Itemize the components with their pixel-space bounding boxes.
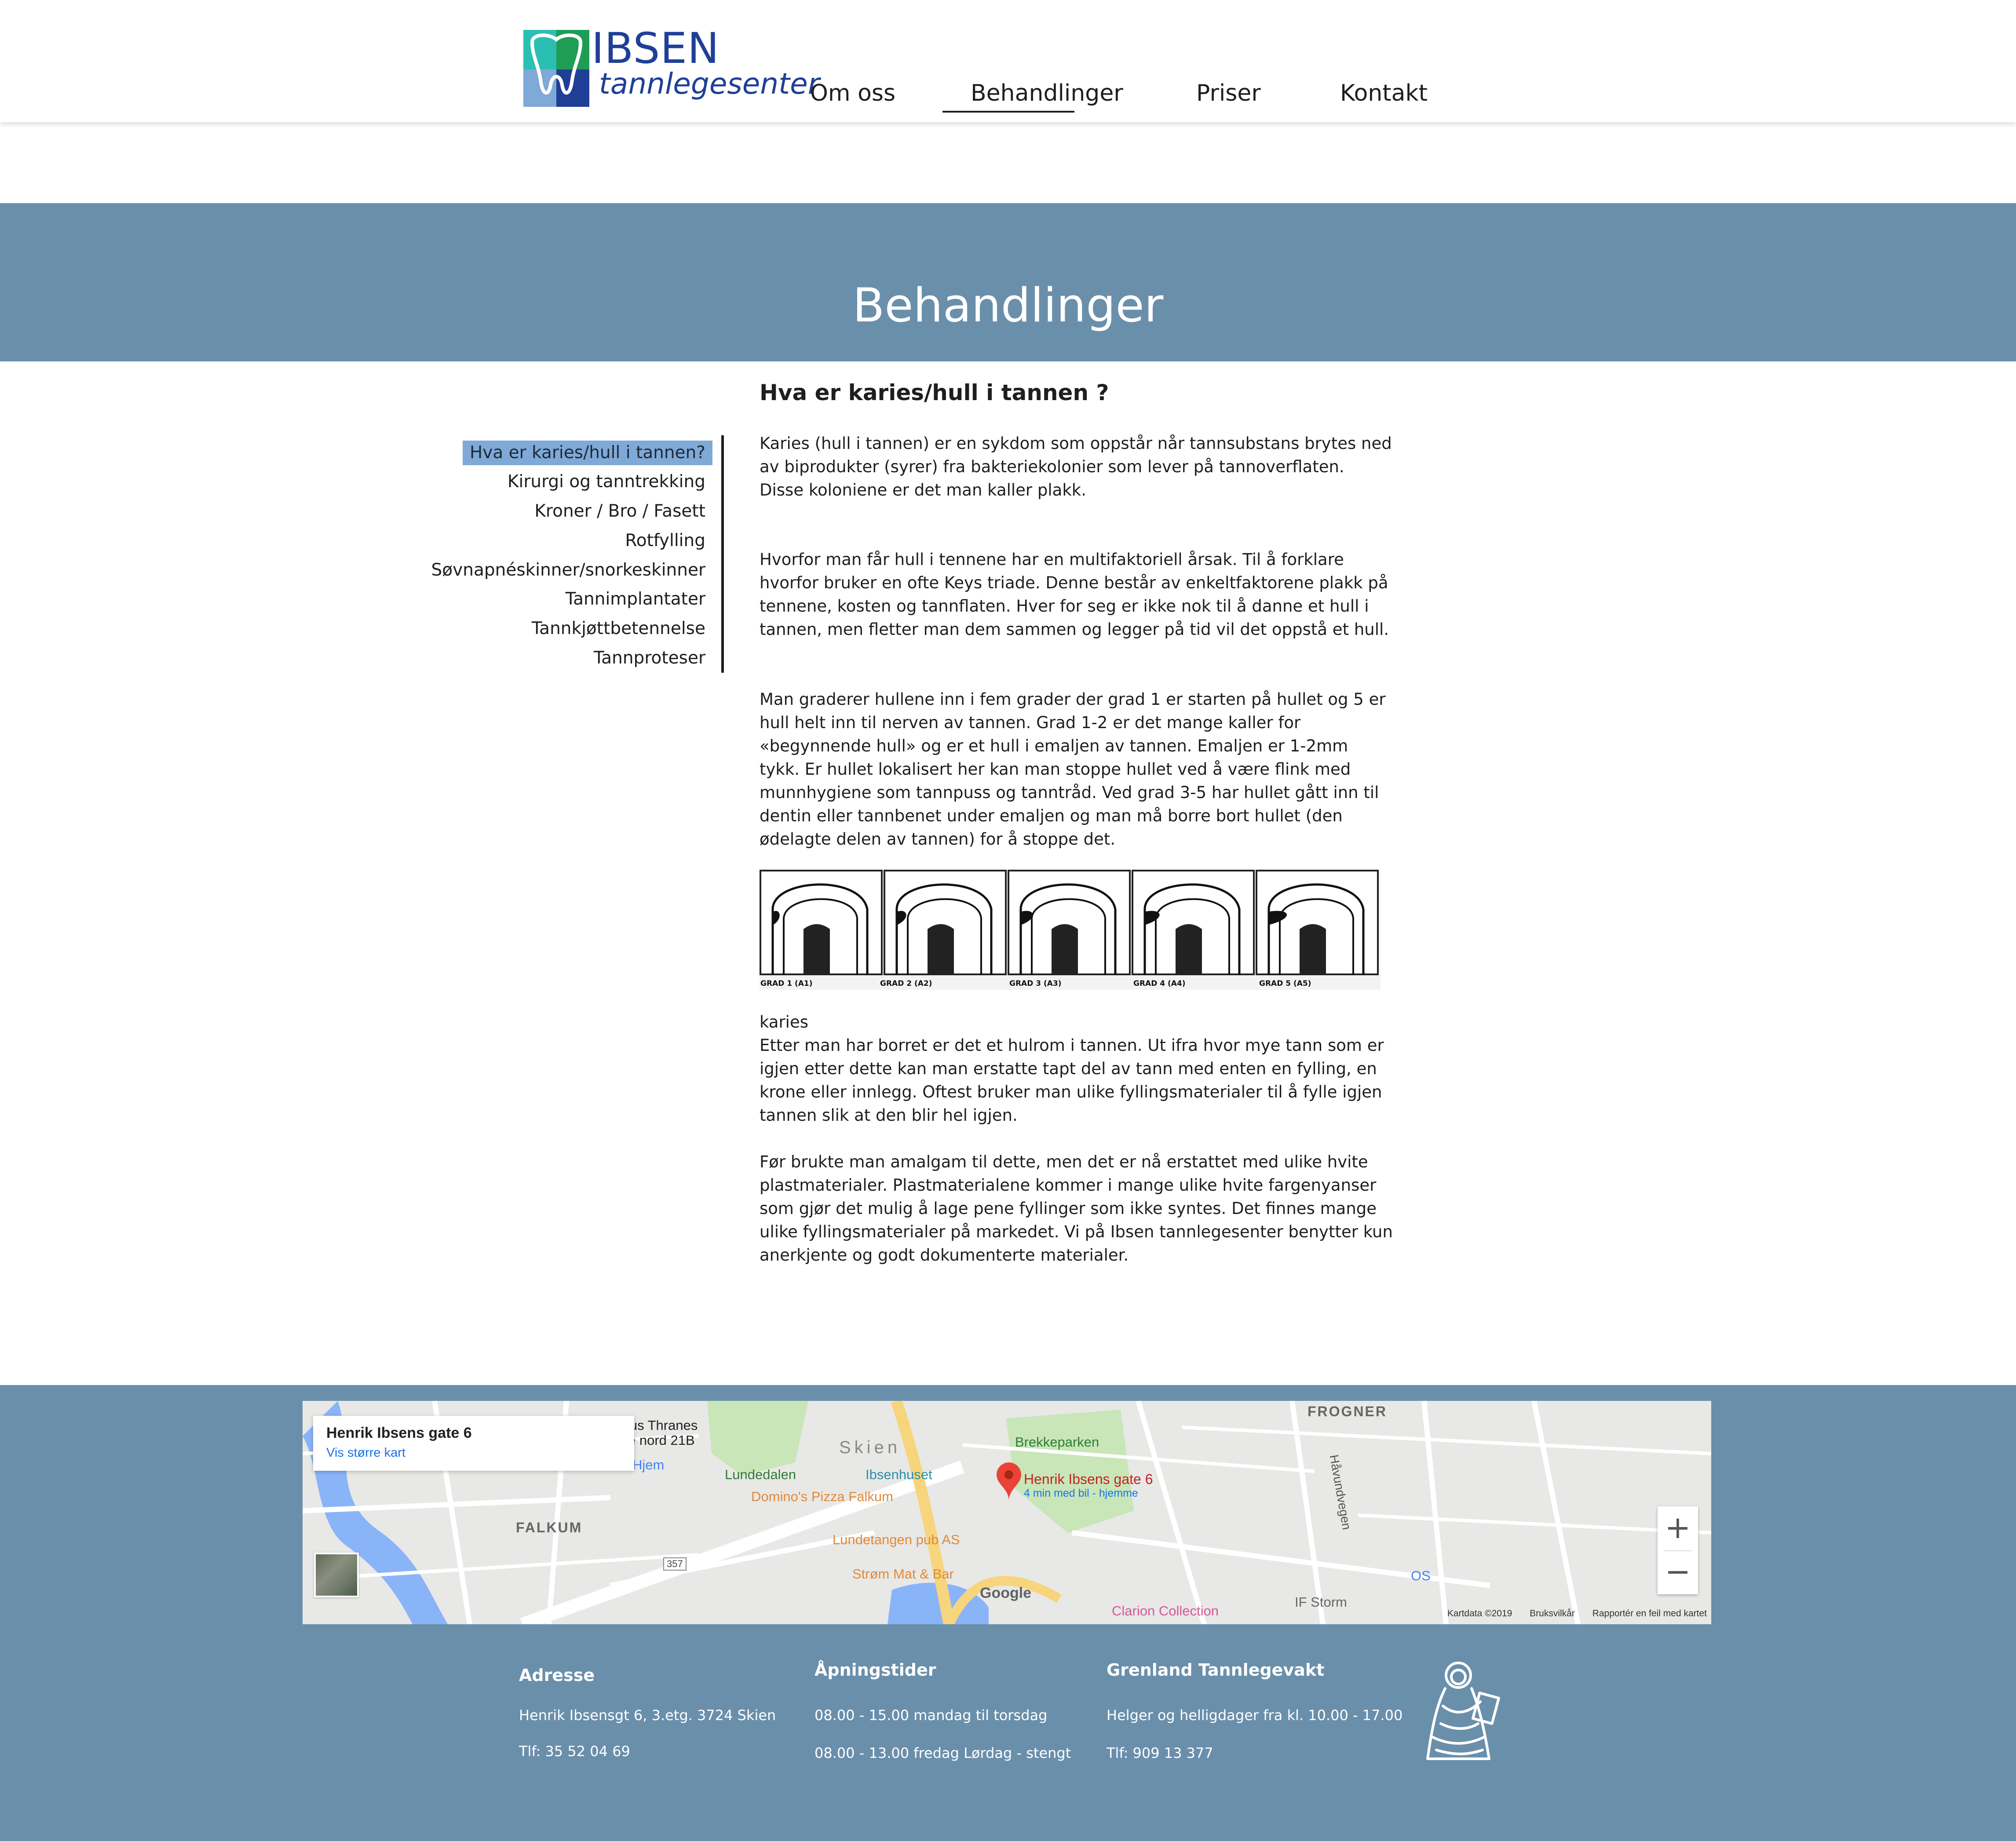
article-paragraph: karies Etter man har borret er det et hu… [760,1013,1384,1125]
caries-label: GRAD 3 (A3) [1009,979,1062,988]
side-item-rotfylling[interactable]: Rotfylling [618,529,712,553]
tooth-pulp [803,924,830,975]
side-item-sovnapne[interactable]: Søvnapnéskinner/snorkeskinner [424,558,712,583]
map-label-skien: Skien [839,1438,901,1457]
map-route-badge: 357 [663,1557,687,1571]
article-paragraph: Før brukte man amalgam til dette, men de… [760,1152,1393,1265]
footer-address-line: Henrik Ibsensgt 6, 3.etg. 3724 Skien [519,1707,776,1724]
logo[interactable]: IBSEN tannlegesenter [523,24,820,109]
footer-emergency-title: Grenland Tannlegevakt [1107,1660,1325,1680]
tooth-pulp [1176,924,1202,975]
side-menu: Hva er karies/hull i tannen? Kirurgi og … [396,435,726,673]
article-heading: Hva er karies/hull i tannen ? [760,380,1109,405]
map-label-dominos: Domino's Pizza Falkum [751,1489,893,1504]
caries-label: GRAD 2 (A2) [880,979,932,988]
map-pin-title: Henrik Ibsens gate 6 [1024,1471,1153,1487]
article-paragraph: Karies (hull i tannen) er en sykdom som … [760,434,1392,499]
footer-hours: Åpningstider 08.00 - 15.00 mandag til to… [814,1660,1071,1761]
side-item-kroner[interactable]: Kroner / Bro / Fasett [527,499,712,524]
page-title: Behandlinger [852,278,1164,333]
side-item-tannproteser[interactable]: Tannproteser [587,646,712,671]
side-item-karies[interactable]: Hva er karies/hull i tannen? [462,441,712,465]
map-label-markus-2: e nord 21B [628,1433,695,1448]
map-label-os: OS [1411,1568,1431,1583]
footer-emergency: Grenland Tannlegevakt Helger og helligda… [1107,1660,1402,1761]
map-label-frogner: FROGNER [1307,1404,1387,1419]
page-banner: Behandlinger [0,203,2016,361]
map-report-link[interactable]: Rapportér en feil med kartet [1592,1608,1707,1619]
footer-emergency-phone: Tlf: 909 13 377 [1107,1745,1213,1761]
zoom-in-button[interactable]: + [1658,1506,1698,1550]
google-logo: Google [980,1585,1032,1601]
map-card-title: Henrik Ibsens gate 6 [326,1425,472,1441]
map-label-lundetangen: Lundetangen pub AS [833,1532,960,1547]
caries-grades-image: GRAD 1 (A1) GRAD 2 (A2) GRAD 3 (A3) GRAD… [760,870,1381,990]
tooth-logo-icon [523,30,589,107]
zoom-out-button[interactable]: − [1658,1550,1698,1594]
map-label-if-storm: IF Storm [1295,1594,1347,1610]
nav-item-priser[interactable]: Priser [1196,80,1261,106]
tooth-pulp [1052,924,1078,975]
footer-emergency-line: Helger og helligdager fra kl. 10.00 - 17… [1107,1707,1403,1724]
caries-label: GRAD 5 (A5) [1259,979,1311,988]
logo-name-bottom: tannlegesenter [599,67,820,101]
caries-teeth-illustration [760,870,1379,975]
article-paragraph: Man graderer hullene inn i fem grader de… [760,690,1386,849]
map-terms-link[interactable]: Bruksvilkår [1530,1608,1575,1619]
map-label-lundedalen: Lundedalen [725,1467,796,1482]
map-data-credit: Kartdata ©2019 [1447,1608,1512,1619]
site-footer: Skien FALKUM FROGNER Lundedalen Ibsenhus… [0,1385,2016,1841]
saint-apollonia-emblem-icon [1426,1662,1500,1760]
tooth-pulp [1300,924,1326,975]
side-item-tannkjott[interactable]: Tannkjøttbetennelse [525,616,712,641]
footer-address: Adresse Henrik Ibsensgt 6, 3.etg. 3724 S… [519,1666,776,1760]
footer-hours-line: 08.00 - 15.00 mandag til torsdag [814,1707,1048,1724]
footer-address-title: Adresse [519,1666,595,1685]
satellite-toggle-button[interactable] [314,1553,359,1597]
footer-hours-line: 08.00 - 13.00 fredag Lørdag - stengt [814,1745,1071,1761]
map-label-clarion: Clarion Collection [1112,1603,1219,1619]
map-zoom-controls: + − [1658,1506,1698,1594]
side-item-tannimplantater[interactable]: Tannimplantater [559,587,712,612]
caries-label: GRAD 4 (A4) [1133,979,1186,988]
tooth-pulp [928,924,954,975]
map-embed[interactable]: Skien FALKUM FROGNER Lundedalen Ibsenhus… [303,1401,1711,1624]
nav-item-kontakt[interactable]: Kontakt [1340,80,1428,106]
map-pin-icon[interactable] [996,1462,1022,1502]
map-label-ibsenhuset: Ibsenhuset [866,1467,932,1482]
site-header: IBSEN tannlegesenter Om oss Behandlinger… [0,0,2016,122]
nav-item-behandlinger[interactable]: Behandlinger [971,80,1123,106]
footer-phone: Tlf: 35 52 04 69 [519,1743,630,1760]
article-paragraph: Hvorfor man får hull i tennene har en mu… [760,550,1389,639]
footer-hours-title: Åpningstider [814,1660,936,1680]
side-menu-divider [721,435,724,673]
map-info-card: Henrik Ibsens gate 6 Vis større kart [313,1416,634,1471]
map-label-hjem: Hjem [632,1457,665,1473]
logo-name-top: IBSEN [592,24,719,73]
nav-item-om-oss[interactable]: Om oss [810,80,895,106]
caries-label: GRAD 1 (A1) [760,979,813,988]
map-pin-subtitle: 4 min med bil - hjemme [1024,1487,1138,1499]
map-attribution: Kartdata ©2019 Bruksvilkår Rapportér en … [1432,1608,1707,1619]
map-label-brekkeparken: Brekkeparken [1015,1434,1099,1450]
map-label-falkum: FALKUM [516,1520,583,1535]
view-larger-map-link[interactable]: Vis større kart [326,1446,405,1460]
nav-active-underline [942,111,1074,113]
map-label-strom: Strøm Mat & Bar [852,1566,954,1582]
side-item-kirurgi[interactable]: Kirurgi og tanntrekking [500,470,712,494]
